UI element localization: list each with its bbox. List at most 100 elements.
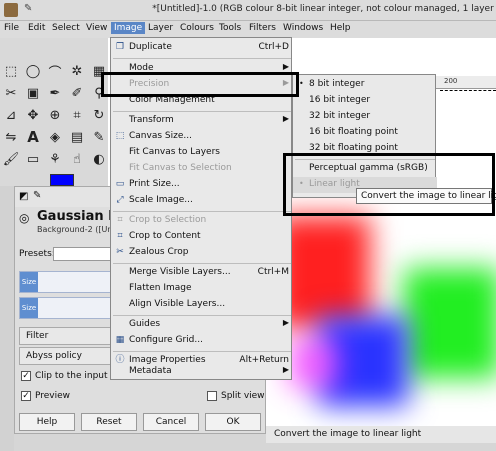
cancel-button[interactable]: Cancel bbox=[143, 413, 199, 431]
menu-item-transform[interactable]: Transform ▶ bbox=[111, 113, 293, 129]
menu-item-canvas-size[interactable]: ⬚ Canvas Size... bbox=[111, 129, 293, 145]
menu-item-fit-canvas-selection[interactable]: Fit Canvas to Selection bbox=[111, 161, 293, 177]
pin-icon[interactable]: ✎ bbox=[33, 190, 41, 201]
menu-item-align-visible[interactable]: Align Visible Layers... bbox=[111, 297, 293, 313]
magenta-blob bbox=[288, 338, 338, 388]
flip-icon[interactable]: ⇋ bbox=[2, 128, 20, 146]
submenu-arrow-icon: ▶ bbox=[282, 365, 289, 374]
menu-item-configure-grid[interactable]: ▦ Configure Grid... bbox=[111, 333, 293, 349]
presets-label: Presets: bbox=[19, 249, 55, 259]
checkbox-mark: ✓ bbox=[21, 371, 31, 381]
menu-item-scale-image[interactable]: ⤢ Scale Image... bbox=[111, 193, 293, 209]
rect-select-icon[interactable]: ⬚ bbox=[2, 62, 20, 80]
menu-file[interactable]: File bbox=[4, 23, 19, 33]
title-bar: ✎ *[Untitled]-1.0 (RGB colour 8-bit line… bbox=[0, 0, 496, 21]
menu-separator bbox=[113, 315, 291, 316]
fuzzy-select-icon[interactable]: ✲ bbox=[68, 62, 86, 80]
menu-item-zealous-crop[interactable]: ✂ Zealous Crop bbox=[111, 245, 293, 261]
pencil-icon[interactable]: ✎ bbox=[90, 128, 108, 146]
menu-colours[interactable]: Colours bbox=[180, 23, 214, 33]
eraser-icon[interactable]: ▭ bbox=[24, 150, 42, 168]
ok-button[interactable]: OK bbox=[205, 413, 261, 431]
radio-selected-icon: • bbox=[299, 79, 304, 88]
paths-icon[interactable]: ✒ bbox=[46, 84, 64, 102]
menu-separator bbox=[113, 263, 291, 264]
crop-icon: ⌗ bbox=[117, 215, 123, 225]
menu-layer[interactable]: Layer bbox=[148, 23, 173, 33]
ellipse-select-icon[interactable]: ◯ bbox=[24, 62, 42, 80]
foreground-color-swatch[interactable] bbox=[50, 174, 74, 186]
submenu-arrow-icon: ▶ bbox=[282, 114, 289, 123]
submenu-item-16bit-float[interactable]: 16 bit floating point bbox=[293, 125, 437, 141]
split-view-checkbox[interactable]: Split view bbox=[207, 391, 265, 401]
free-select-icon[interactable]: ⌒ bbox=[46, 62, 64, 81]
menu-image[interactable]: Image bbox=[111, 22, 146, 34]
help-button[interactable]: Help bbox=[19, 413, 75, 431]
measure-icon[interactable]: ⊿ bbox=[2, 106, 20, 124]
submenu-item-8bit-integer[interactable]: • 8 bit integer bbox=[293, 77, 437, 93]
reset-button[interactable]: Reset bbox=[81, 413, 137, 431]
menu-item-crop-content[interactable]: ⌗ Crop to Content bbox=[111, 229, 293, 245]
checkbox-mark bbox=[207, 391, 217, 401]
status-bar: Convert the image to linear light bbox=[266, 426, 496, 443]
scale-image-icon: ⤢ bbox=[116, 195, 124, 205]
preview-checkbox[interactable]: ✓ Preview bbox=[21, 391, 70, 401]
crop-tool-icon[interactable]: ⌗ bbox=[68, 106, 86, 124]
checkbox-mark: ✓ bbox=[21, 391, 31, 401]
submenu-arrow-icon: ▶ bbox=[282, 318, 289, 327]
menu-tools[interactable]: Tools bbox=[219, 23, 241, 33]
split-view-label: Split view bbox=[221, 391, 265, 401]
smudge-icon[interactable]: ☝ bbox=[68, 150, 86, 168]
menu-edit[interactable]: Edit bbox=[28, 23, 45, 33]
clone-icon[interactable]: ⚘ bbox=[46, 150, 64, 168]
menu-separator bbox=[113, 351, 291, 352]
toolbox: ⬚ ◯ ⌒ ✲ ▦ ✂ ▣ ✒ ✐ ⚲ ⊿ ✥ ⊕ ⌗ ↻ ⇋ A ◈ ▤ ✎ … bbox=[0, 38, 108, 186]
submenu-item-16bit-integer[interactable]: 16 bit integer bbox=[293, 93, 437, 109]
green-blob bbox=[404, 268, 496, 378]
align-icon[interactable]: ⊕ bbox=[46, 106, 64, 124]
menu-item-guides[interactable]: Guides ▶ bbox=[111, 317, 293, 333]
grid-icon: ▦ bbox=[115, 335, 125, 345]
menubar: File Edit Select View Image Layer Colour… bbox=[0, 21, 496, 38]
dodge-icon[interactable]: ◐ bbox=[90, 150, 108, 168]
menu-item-crop-selection[interactable]: ⌗ Crop to Selection bbox=[111, 213, 293, 229]
gamma-highlight-frame bbox=[283, 153, 495, 216]
menu-help[interactable]: Help bbox=[330, 23, 351, 33]
menu-item-print-size[interactable]: ▭ Print Size... bbox=[111, 177, 293, 193]
window-title: *[Untitled]-1.0 (RGB colour 8-bit linear… bbox=[152, 4, 494, 14]
color-picker-icon[interactable]: ✐ bbox=[68, 84, 86, 102]
menu-separator bbox=[113, 58, 291, 59]
menu-separator bbox=[113, 111, 291, 112]
menu-item-flatten[interactable]: Flatten Image bbox=[111, 281, 293, 297]
menu-item-duplicate[interactable]: ❐ Duplicate Ctrl+D bbox=[111, 40, 293, 56]
move-icon[interactable]: ✥ bbox=[24, 106, 42, 124]
paintbrush-icon[interactable]: 🖌 bbox=[2, 150, 20, 168]
duplicate-icon: ❐ bbox=[115, 42, 125, 52]
ruler-tick-label: 200 bbox=[444, 77, 458, 85]
menu-item-metadata[interactable]: Metadata ▶ bbox=[111, 364, 293, 380]
canvas-size-icon: ⬚ bbox=[115, 131, 125, 141]
text-tool-icon[interactable]: A bbox=[24, 128, 42, 146]
zealous-crop-icon: ✂ bbox=[116, 247, 124, 257]
foreground-select-icon[interactable]: ▣ bbox=[24, 84, 42, 102]
bucket-fill-icon[interactable]: ◈ bbox=[46, 128, 64, 146]
submenu-item-32bit-integer[interactable]: 32 bit integer bbox=[293, 109, 437, 125]
dialog-app-icon: ◩ bbox=[19, 191, 29, 202]
submenu-arrow-icon: ▶ bbox=[282, 62, 289, 71]
menu-separator bbox=[113, 211, 291, 212]
layer-boundary bbox=[440, 90, 496, 91]
crop-content-icon: ⌗ bbox=[117, 231, 123, 241]
gradient-icon[interactable]: ▤ bbox=[68, 128, 86, 146]
preview-label: Preview bbox=[35, 391, 71, 401]
menu-item-merge-visible[interactable]: Merge Visible Layers... Ctrl+M bbox=[111, 265, 293, 281]
left-dock-strip bbox=[0, 186, 14, 451]
menu-filters[interactable]: Filters bbox=[249, 23, 276, 33]
scissors-icon[interactable]: ✂ bbox=[2, 84, 20, 102]
precision-highlight-frame bbox=[101, 72, 299, 97]
menu-item-fit-canvas-layers[interactable]: Fit Canvas to Layers bbox=[111, 145, 293, 161]
blur-filter-icon: ◎ bbox=[19, 211, 30, 225]
menu-windows[interactable]: Windows bbox=[283, 23, 323, 33]
menu-select[interactable]: Select bbox=[52, 23, 80, 33]
rotate-icon[interactable]: ↻ bbox=[90, 106, 108, 124]
menu-view[interactable]: View bbox=[86, 23, 107, 33]
